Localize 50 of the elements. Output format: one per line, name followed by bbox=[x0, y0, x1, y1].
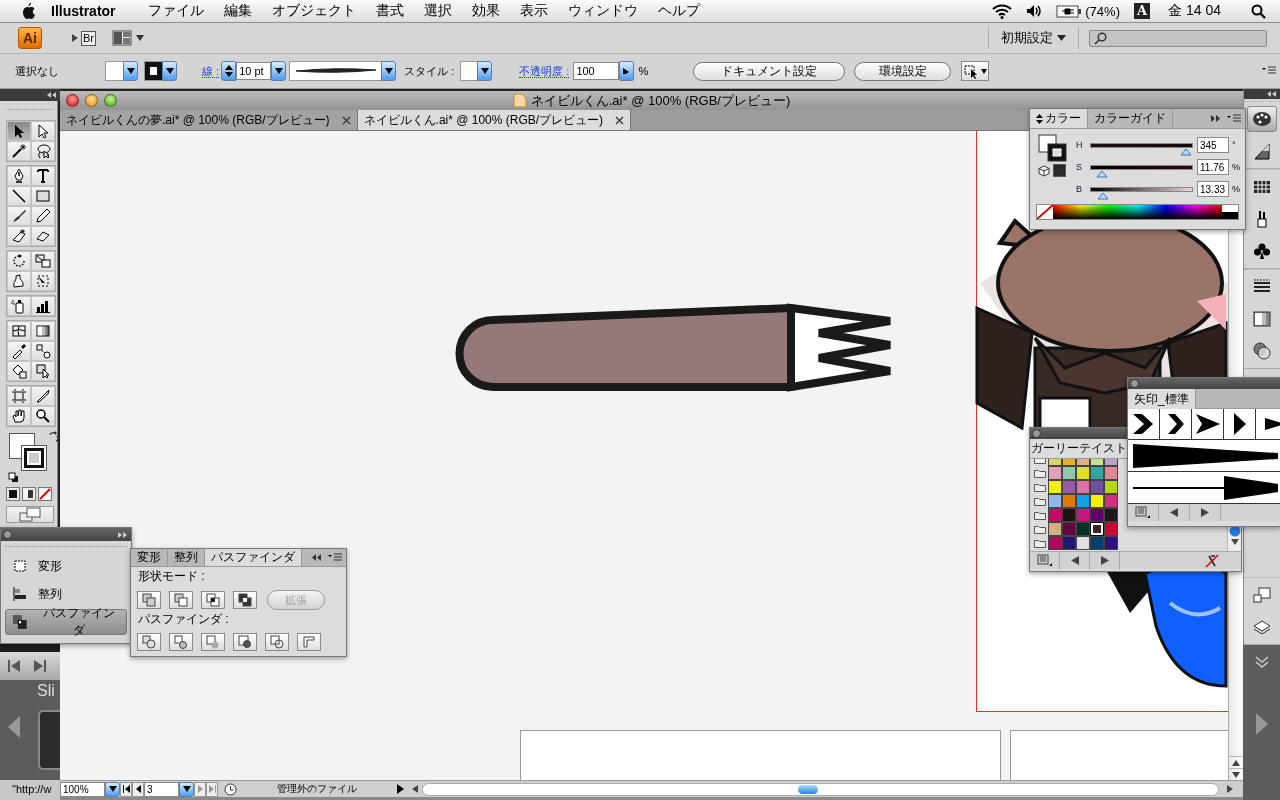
opacity-unit: % bbox=[638, 65, 649, 77]
menu-item[interactable]: 選択 bbox=[413, 2, 462, 20]
status-info: 管理外のファイル bbox=[276, 782, 358, 796]
channel-label: H bbox=[1076, 140, 1084, 150]
document-setup-button[interactable]: ドキュメント設定 bbox=[693, 61, 846, 81]
stroke-link[interactable]: 線 : bbox=[202, 64, 220, 78]
window-title: ネイビルくん.ai* @ 100% (RGB/プレビュー) bbox=[530, 91, 791, 110]
app-menu[interactable]: Illustrator bbox=[51, 3, 116, 19]
value-field[interactable]: 11.76 bbox=[1197, 159, 1229, 175]
menu-item[interactable]: 効果 bbox=[461, 2, 510, 20]
menu-item[interactable]: ファイル bbox=[137, 2, 214, 20]
opacity-link[interactable]: 不透明度 : bbox=[519, 64, 570, 78]
preferences-button[interactable]: 環境設定 bbox=[854, 61, 952, 81]
panel-list-item[interactable]: 整列 bbox=[5, 581, 127, 607]
input-source-indicator[interactable]: A bbox=[1133, 3, 1151, 19]
workspace-switcher[interactable]: 初期設定 bbox=[999, 29, 1068, 47]
selection-status: 選択なし bbox=[15, 63, 60, 79]
menu-item[interactable]: 書式 bbox=[365, 2, 414, 20]
panel-list-item[interactable]: 変形 bbox=[5, 553, 127, 579]
document-tab[interactable]: ネイビルくんの夢.ai* @ 100% (RGB/プレビュー) bbox=[60, 110, 358, 130]
style-label: スタイル : bbox=[404, 63, 455, 79]
channel-label: S bbox=[1076, 162, 1083, 172]
battery-percentage: (74%) bbox=[1085, 3, 1120, 19]
stroke-weight-field[interactable]: 10 pt bbox=[236, 62, 272, 80]
unit-label: ° bbox=[1232, 140, 1236, 150]
panel-tab[interactable]: ガーリーテイスト bbox=[1030, 439, 1128, 458]
status-text: "http://w bbox=[0, 780, 60, 800]
section-label: 形状モード : bbox=[137, 568, 206, 585]
menu-item[interactable]: ヘルプ bbox=[647, 2, 710, 20]
artboard-field[interactable]: 3 bbox=[144, 781, 179, 797]
menu-item[interactable]: ウィンドウ bbox=[557, 2, 648, 20]
value-field[interactable]: 345 bbox=[1197, 137, 1229, 153]
clock[interactable]: 金 14 04 bbox=[1168, 2, 1221, 20]
document-tab[interactable]: ネイビルくん.ai* @ 100% (RGB/プレビュー) bbox=[357, 110, 632, 130]
channel-label: B bbox=[1076, 184, 1083, 194]
opacity-field[interactable]: 100 bbox=[573, 62, 620, 80]
app-logo: Ai bbox=[18, 27, 42, 49]
panel-list-item[interactable]: パスファインダ bbox=[5, 609, 127, 635]
section-label: パスファインダ : bbox=[137, 611, 230, 628]
panel-tab[interactable]: 矢印_標準 bbox=[1128, 389, 1196, 409]
panel-tab[interactable]: パスファインダ bbox=[205, 549, 302, 566]
menu-item[interactable]: オブジェクト bbox=[261, 2, 366, 20]
value-field[interactable]: 13.33 bbox=[1197, 181, 1229, 197]
zoom-field[interactable]: 100% bbox=[60, 781, 105, 797]
window-title: Sli bbox=[37, 682, 55, 700]
unit-label: % bbox=[1232, 162, 1240, 172]
menu-item[interactable]: 表示 bbox=[509, 2, 558, 20]
panel-tab[interactable]: カラー bbox=[1030, 109, 1088, 128]
unit-label: % bbox=[1232, 184, 1240, 194]
menu-item[interactable]: 編集 bbox=[213, 2, 262, 20]
